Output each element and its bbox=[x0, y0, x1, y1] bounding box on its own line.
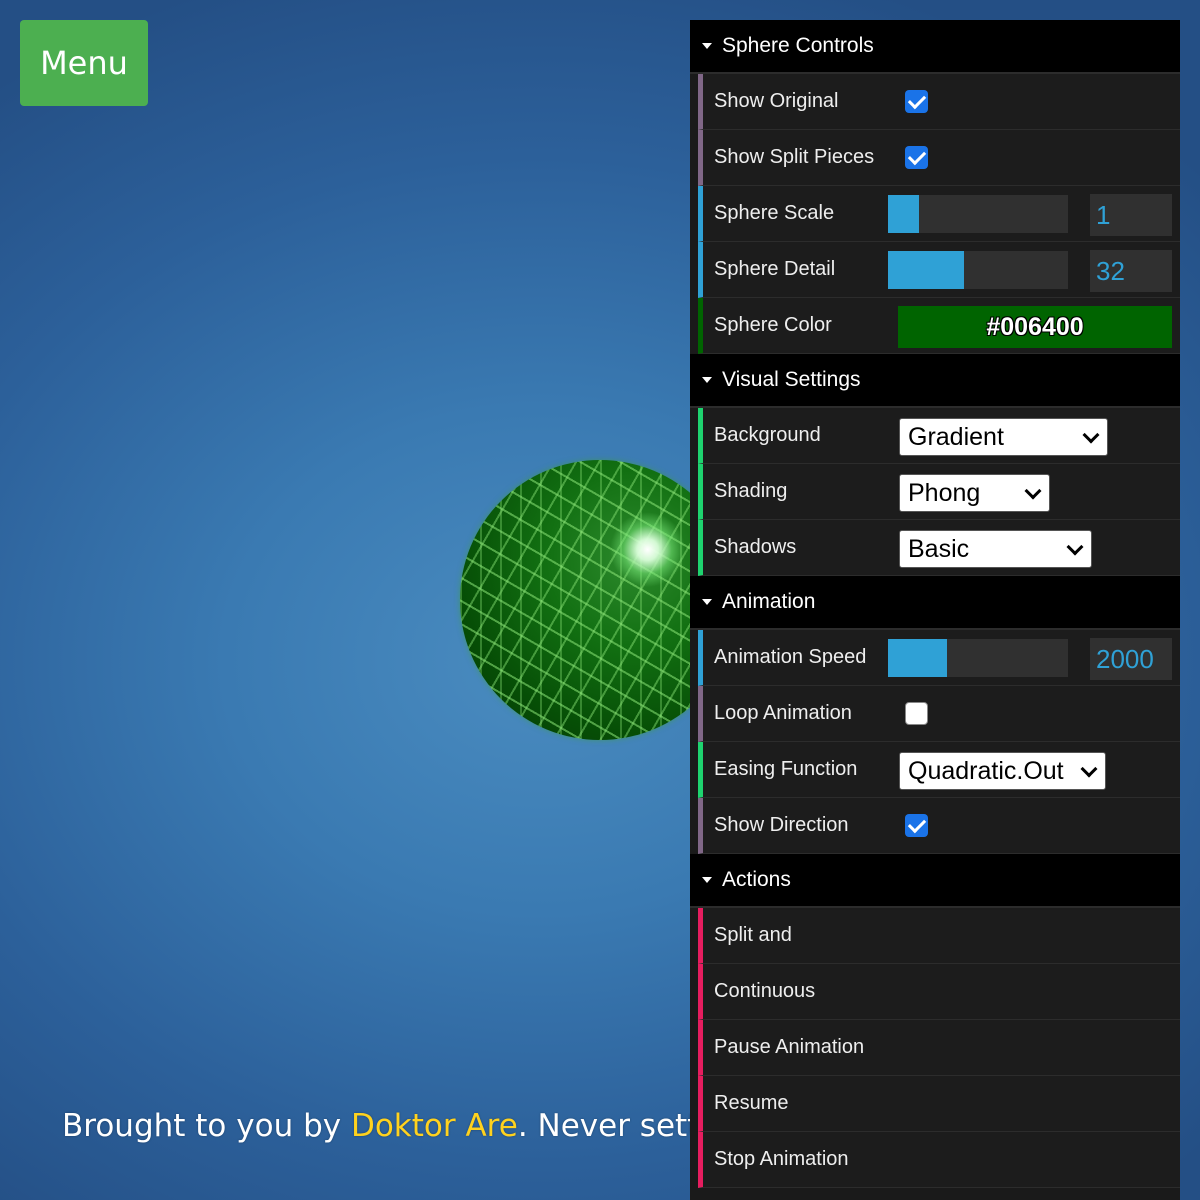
show-direction-row: Show Direction bbox=[698, 798, 1180, 854]
loop-animation-checkbox[interactable] bbox=[905, 702, 928, 725]
sphere-detail-input[interactable]: 32 bbox=[1090, 250, 1172, 292]
show-original-row: Show Original bbox=[698, 74, 1180, 130]
shadows-label: Shadows bbox=[714, 536, 797, 558]
action-continuous[interactable]: Continuous bbox=[698, 964, 1180, 1020]
credit-prefix: Brought to you by bbox=[62, 1108, 351, 1144]
show-direction-label: Show Direction bbox=[714, 814, 849, 836]
shading-row: Shading Phong bbox=[698, 464, 1180, 520]
animation-speed-row: Animation Speed 2000 bbox=[698, 630, 1180, 686]
shading-select-value: Phong bbox=[908, 478, 981, 507]
action-pause-animation[interactable]: Pause Animation bbox=[698, 1020, 1180, 1076]
action-label: Stop Animation bbox=[714, 1148, 849, 1170]
folder-title-label: Sphere Controls bbox=[722, 34, 874, 57]
shading-label: Shading bbox=[714, 480, 788, 502]
loop-animation-row: Loop Animation bbox=[698, 686, 1180, 742]
sphere-scale-row: Sphere Scale 1 bbox=[698, 186, 1180, 242]
sphere-scale-label: Sphere Scale bbox=[714, 202, 835, 224]
shadows-select[interactable]: Basic bbox=[899, 530, 1092, 568]
show-direction-checkbox[interactable] bbox=[905, 814, 928, 837]
action-label: Continuous bbox=[714, 980, 816, 1002]
animation-speed-input[interactable]: 2000 bbox=[1090, 638, 1172, 680]
sphere-color-picker[interactable]: #006400 bbox=[898, 306, 1172, 348]
background-select-value: Gradient bbox=[908, 422, 1004, 451]
easing-function-select[interactable]: Quadratic.Out bbox=[899, 752, 1106, 790]
credit-text: Brought to you by Doktor Are. Never sett… bbox=[62, 1108, 780, 1144]
chevron-down-icon bbox=[1082, 426, 1100, 444]
background-row: Background Gradient bbox=[698, 408, 1180, 464]
slider-fill bbox=[888, 195, 919, 233]
menu-button[interactable]: Menu bbox=[20, 20, 148, 106]
folder-title-label: Animation bbox=[722, 590, 816, 613]
chevron-down-icon bbox=[1024, 482, 1042, 500]
folder-sphere-controls[interactable]: Sphere Controls bbox=[690, 20, 1180, 74]
show-original-label: Show Original bbox=[714, 90, 839, 112]
sphere-detail-label: Sphere Detail bbox=[714, 258, 836, 280]
folder-animation[interactable]: Animation bbox=[690, 576, 1180, 630]
sphere-scale-slider[interactable] bbox=[888, 195, 1068, 233]
action-label: Split and bbox=[714, 924, 792, 946]
checkmark-icon bbox=[907, 814, 926, 833]
sphere-detail-row: Sphere Detail 32 bbox=[698, 242, 1180, 298]
action-stop-animation[interactable]: Stop Animation bbox=[698, 1132, 1180, 1188]
easing-function-row: Easing Function Quadratic.Out bbox=[698, 742, 1180, 798]
slider-fill bbox=[888, 251, 964, 289]
sphere-scale-input[interactable]: 1 bbox=[1090, 194, 1172, 236]
easing-function-label: Easing Function bbox=[714, 758, 858, 780]
sphere-color-row: Sphere Color #006400 bbox=[698, 298, 1180, 354]
credit-link[interactable]: Doktor Are bbox=[351, 1108, 518, 1144]
caret-down-icon bbox=[702, 877, 712, 883]
controls-panel: Sphere Controls Show Original Show Split… bbox=[690, 20, 1180, 1200]
show-split-pieces-label: Show Split Pieces bbox=[714, 146, 875, 168]
action-label: Resume bbox=[714, 1092, 789, 1114]
background-select[interactable]: Gradient bbox=[899, 418, 1108, 456]
slider-fill bbox=[888, 639, 948, 677]
caret-down-icon bbox=[702, 599, 712, 605]
loop-animation-label: Loop Animation bbox=[714, 702, 852, 724]
shadows-select-value: Basic bbox=[908, 534, 970, 563]
show-split-pieces-checkbox[interactable] bbox=[905, 146, 928, 169]
caret-down-icon bbox=[702, 43, 712, 49]
caret-down-icon bbox=[702, 377, 712, 383]
action-resume[interactable]: Resume bbox=[698, 1076, 1180, 1132]
shading-select[interactable]: Phong bbox=[899, 474, 1050, 512]
checkmark-icon bbox=[907, 146, 926, 165]
checkmark-icon bbox=[907, 90, 926, 109]
action-label: Pause Animation bbox=[714, 1036, 865, 1058]
sphere-color-label: Sphere Color bbox=[714, 314, 832, 336]
shadows-row: Shadows Basic bbox=[698, 520, 1180, 576]
background-label: Background bbox=[714, 424, 821, 446]
easing-function-select-value: Quadratic.Out bbox=[908, 756, 1064, 785]
animation-speed-slider[interactable] bbox=[888, 639, 1068, 677]
folder-visual-settings[interactable]: Visual Settings bbox=[690, 354, 1180, 408]
folder-actions[interactable]: Actions bbox=[690, 854, 1180, 908]
sphere-detail-slider[interactable] bbox=[888, 251, 1068, 289]
chevron-down-icon bbox=[1066, 538, 1084, 556]
show-original-checkbox[interactable] bbox=[905, 90, 928, 113]
animation-speed-label: Animation Speed bbox=[714, 646, 867, 668]
chevron-down-icon bbox=[1080, 760, 1098, 778]
folder-title-label: Visual Settings bbox=[722, 368, 861, 391]
folder-title-label: Actions bbox=[722, 868, 791, 891]
action-split[interactable]: Split and bbox=[698, 908, 1180, 964]
show-split-pieces-row: Show Split Pieces bbox=[698, 130, 1180, 186]
